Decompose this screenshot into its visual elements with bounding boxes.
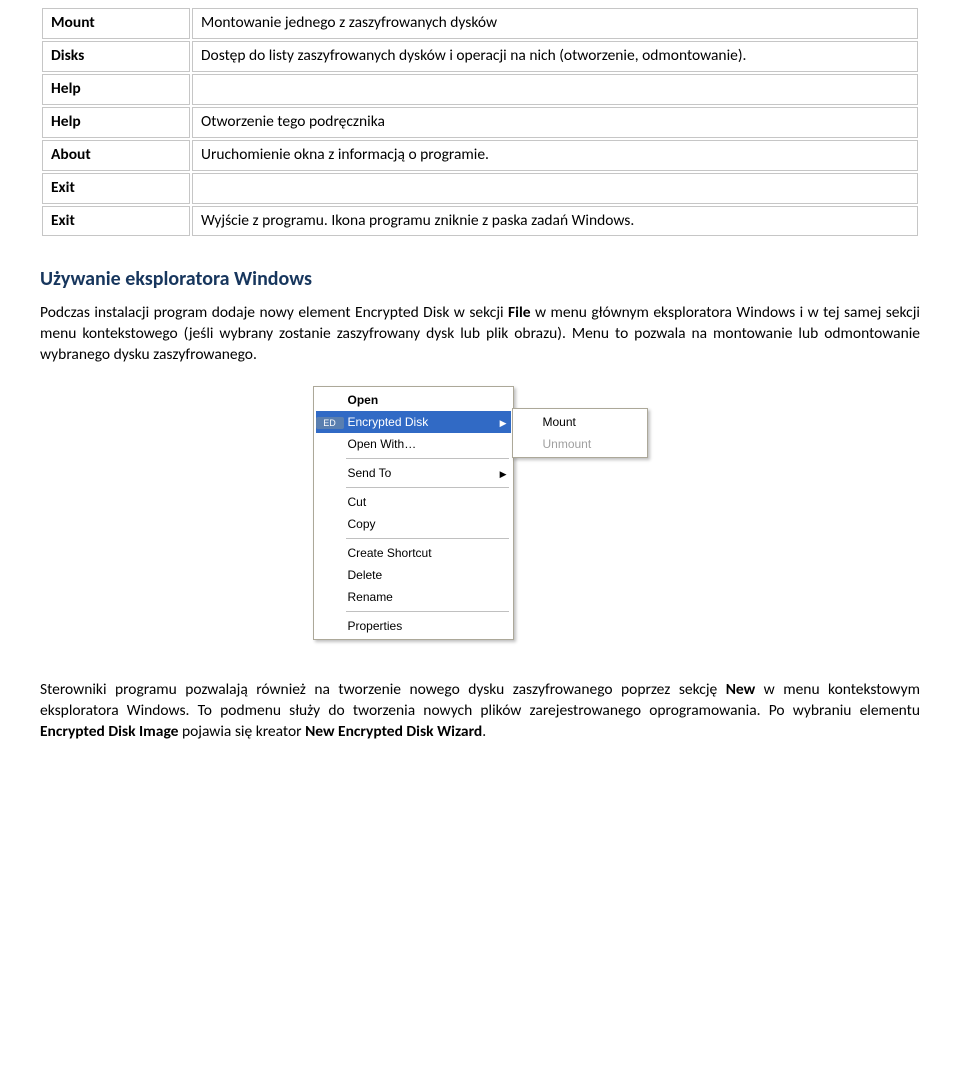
term-cell: Mount bbox=[42, 8, 190, 39]
text: pojawia się kreator bbox=[178, 722, 305, 741]
menu-item-cut[interactable]: Cut bbox=[316, 491, 511, 513]
desc-cell bbox=[192, 74, 918, 105]
menu-label: Open bbox=[344, 392, 491, 408]
desc-cell: Uruchomienie okna z informacją o program… bbox=[192, 140, 918, 171]
submenu-encrypted-disk: Mount Unmount bbox=[512, 408, 648, 458]
menu-label: Open With… bbox=[344, 436, 491, 452]
text: Podczas instalacji program dodaje nowy e… bbox=[40, 303, 508, 322]
paragraph-1: Podczas instalacji program dodaje nowy e… bbox=[40, 303, 920, 366]
table-row: About Uruchomienie okna z informacją o p… bbox=[42, 140, 918, 171]
menu-item-open[interactable]: Open bbox=[316, 389, 511, 411]
desc-cell bbox=[192, 173, 918, 204]
text: . bbox=[482, 722, 486, 741]
menu-item-encrypted-disk[interactable]: ED Encrypted Disk ▶ bbox=[316, 411, 511, 433]
bold-text: New bbox=[726, 680, 756, 699]
menu-label: Cut bbox=[344, 494, 491, 510]
table-row: Mount Montowanie jednego z zaszyfrowanyc… bbox=[42, 8, 918, 39]
menu-item-rename[interactable]: Rename bbox=[316, 586, 511, 608]
table-row: Help Otworzenie tego podręcznika bbox=[42, 107, 918, 138]
table-row: Exit bbox=[42, 173, 918, 204]
term-cell: Exit bbox=[42, 173, 190, 204]
table-row: Exit Wyjście z programu. Ikona programu … bbox=[42, 206, 918, 237]
bold-text: Encrypted Disk Image bbox=[40, 722, 178, 741]
term-cell: About bbox=[42, 140, 190, 171]
menu-label: Create Shortcut bbox=[344, 545, 491, 561]
ed-icon: ED bbox=[316, 417, 344, 429]
menu-item-copy[interactable]: Copy bbox=[316, 513, 511, 535]
table-row: Disks Dostęp do listy zaszyfrowanych dys… bbox=[42, 41, 918, 72]
definitions-table: Mount Montowanie jednego z zaszyfrowanyc… bbox=[40, 6, 920, 238]
menu-item-properties[interactable]: Properties bbox=[316, 615, 511, 637]
context-menu: Open ED Encrypted Disk ▶ Open With… Send… bbox=[313, 386, 514, 640]
menu-separator bbox=[346, 487, 509, 488]
desc-cell: Montowanie jednego z zaszyfrowanych dysk… bbox=[192, 8, 918, 39]
desc-cell: Otworzenie tego podręcznika bbox=[192, 107, 918, 138]
paragraph-2: Sterowniki programu pozwalają również na… bbox=[40, 680, 920, 743]
table-row: Help bbox=[42, 74, 918, 105]
term-cell: Help bbox=[42, 74, 190, 105]
menu-label: Encrypted Disk bbox=[344, 414, 491, 430]
text: Sterowniki programu pozwalają również na… bbox=[40, 680, 726, 699]
menu-label: Mount bbox=[543, 414, 576, 430]
menu-label: Copy bbox=[344, 516, 491, 532]
menu-label: Properties bbox=[344, 618, 491, 634]
menu-item-open-with[interactable]: Open With… bbox=[316, 433, 511, 455]
menu-label: Rename bbox=[344, 589, 491, 605]
term-cell: Disks bbox=[42, 41, 190, 72]
menu-separator bbox=[346, 538, 509, 539]
menu-label: Unmount bbox=[543, 436, 592, 452]
menu-separator bbox=[346, 611, 509, 612]
menu-separator bbox=[346, 458, 509, 459]
chevron-right-icon: ▶ bbox=[500, 418, 507, 428]
menu-label: Delete bbox=[344, 567, 491, 583]
chevron-right-icon: ▶ bbox=[500, 469, 507, 479]
bold-text: File bbox=[508, 303, 531, 322]
desc-cell: Dostęp do listy zaszyfrowanych dysków i … bbox=[192, 41, 918, 72]
section-heading: Używanie eksploratora Windows bbox=[40, 266, 920, 293]
term-cell: Help bbox=[42, 107, 190, 138]
submenu-item-unmount: Unmount bbox=[515, 433, 645, 455]
bold-text: New Encrypted Disk Wizard bbox=[305, 722, 482, 741]
term-cell: Exit bbox=[42, 206, 190, 237]
menu-item-send-to[interactable]: Send To ▶ bbox=[316, 462, 511, 484]
desc-cell: Wyjście z programu. Ikona programu znikn… bbox=[192, 206, 918, 237]
menu-item-delete[interactable]: Delete bbox=[316, 564, 511, 586]
menu-label: Send To bbox=[344, 465, 491, 481]
context-menu-screenshot: Open ED Encrypted Disk ▶ Open With… Send… bbox=[40, 386, 920, 640]
submenu-item-mount[interactable]: Mount bbox=[515, 411, 645, 433]
menu-item-create-shortcut[interactable]: Create Shortcut bbox=[316, 542, 511, 564]
